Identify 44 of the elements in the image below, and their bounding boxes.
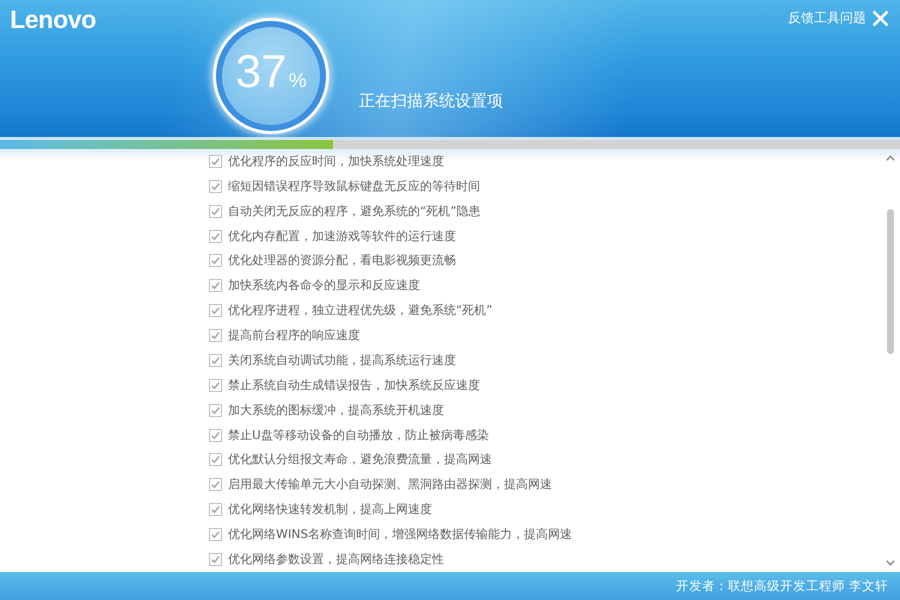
checkbox[interactable]	[209, 453, 222, 466]
option-label: 禁止U盘等移动设备的自动播放，防止被病毒感染	[228, 426, 489, 444]
checkbox[interactable]	[209, 329, 222, 342]
checkbox[interactable]	[209, 354, 222, 367]
option-label: 加快系统内各命令的显示和反应速度	[228, 277, 420, 294]
option-label: 优化内存配置，加速游戏等软件的运行速度	[228, 228, 456, 245]
option-label: 优化网络参数设置，提高网络连接稳定性	[228, 550, 444, 568]
checkbox[interactable]	[209, 552, 222, 566]
percent-value: 37	[236, 45, 287, 97]
option-label: 优化处理器的资源分配，看电影视频更流畅	[228, 252, 456, 270]
option-label: 优化网络WINS名称查询时间，增强网络数据传输能力，提高网速	[228, 526, 572, 544]
option-label: 禁止系统自动生成错误报告，加快系统反应速度	[228, 376, 480, 394]
checkbox[interactable]	[209, 478, 222, 492]
checkbox[interactable]	[209, 503, 222, 516]
option-label: 加大系统的图标缓冲，提高系统开机速度	[228, 402, 444, 419]
logo-text: Lenovo	[10, 5, 96, 35]
option-label: 优化程序进程，独立进程优先级，避免系统“死机”	[228, 302, 492, 320]
checkbox[interactable]	[209, 254, 222, 268]
option-label: 自动关闭无反应的程序，避免系统的“死机”隐患	[228, 202, 480, 220]
option-label: 缩短因错误程序导致鼠标键盘无反应的等待时间	[228, 178, 480, 195]
checkbox[interactable]	[209, 204, 222, 218]
checkbox[interactable]	[209, 528, 222, 542]
option-label: 启用最大传输单元大小自动探测、黑洞路由器探测，提高网速	[228, 476, 552, 494]
option-label: 提高前台程序的响应速度	[228, 327, 360, 344]
scroll-down-icon[interactable]	[886, 560, 894, 566]
checkbox[interactable]	[209, 428, 222, 442]
option-label: 优化程序的反应时间，加快系统处理速度	[228, 152, 444, 170]
option-label: 关闭系统自动调试功能，提高系统运行速度	[228, 352, 456, 369]
option-label: 优化默认分组报文寿命，避免浪费流量，提高网速	[228, 451, 492, 468]
percent-unit: %	[288, 70, 306, 93]
checkbox[interactable]	[209, 304, 222, 318]
checkbox[interactable]	[209, 404, 222, 417]
developer-credit: 开发者：联想高级开发工程师 李文轩	[676, 578, 888, 594]
checkbox[interactable]	[209, 378, 222, 392]
scrollbar-thumb[interactable]	[886, 209, 894, 354]
checkbox[interactable]	[209, 279, 222, 292]
scan-status-text: 正在扫描系统设置项	[359, 91, 503, 112]
checkbox[interactable]	[209, 180, 222, 193]
scroll-up-icon[interactable]	[886, 155, 894, 161]
option-label: 优化网络快速转发机制，提高上网速度	[228, 501, 432, 518]
close-icon[interactable]	[872, 10, 889, 26]
checkbox[interactable]	[209, 230, 222, 243]
checkbox[interactable]	[209, 154, 222, 168]
feedback-link[interactable]: 反馈工具问题	[788, 9, 866, 27]
